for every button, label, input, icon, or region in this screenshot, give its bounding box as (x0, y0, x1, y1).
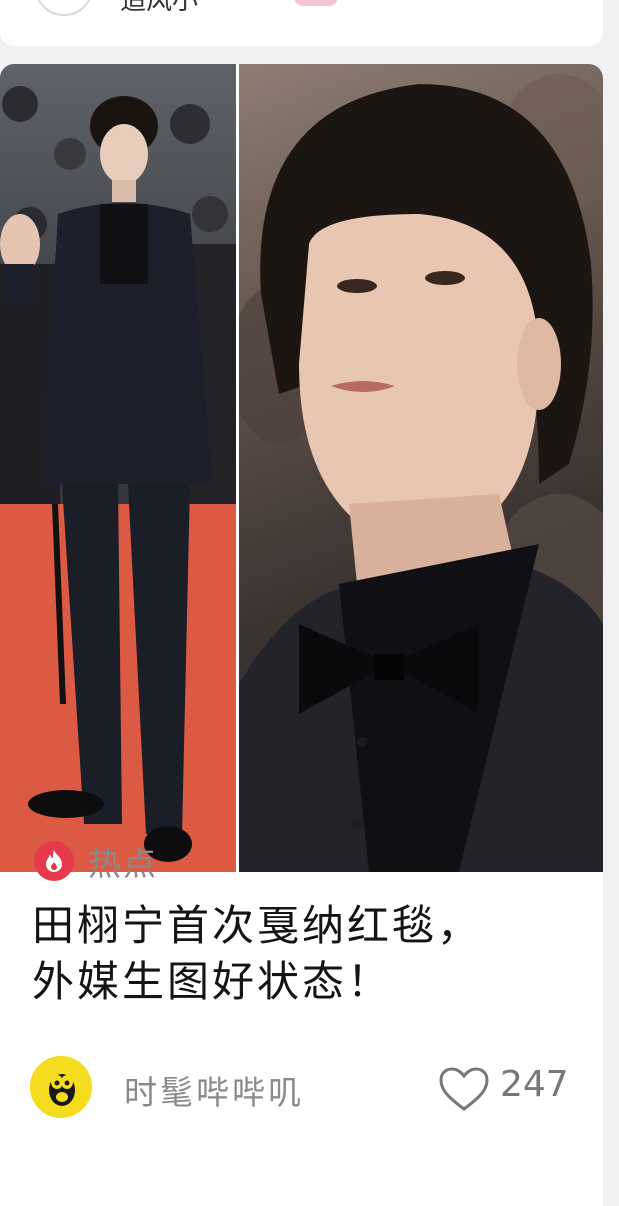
hot-tag[interactable]: 热点 (34, 840, 158, 883)
author-avatar[interactable] (30, 1056, 92, 1118)
flame-icon (34, 841, 74, 881)
heart-outline-icon[interactable] (438, 1066, 490, 1112)
chevron-down-icon[interactable] (474, 0, 492, 4)
title-line-1: 田栩宁首次戛纳红毯， (32, 901, 483, 950)
red-carpet-full-body-photo[interactable] (0, 64, 236, 872)
previous-card[interactable]: 追风小 (0, 0, 603, 46)
tag-label: 热点 (88, 844, 158, 883)
emoji-badge (294, 0, 338, 6)
avatar[interactable] (34, 0, 94, 16)
close-up-portrait-photo[interactable] (239, 64, 603, 872)
title-line-2: 外媒生图好状态！ (32, 957, 393, 1006)
author-name[interactable]: 时髦哔哔叽 (124, 1066, 304, 1114)
post-footer: 时髦哔哔叽 247 (30, 1056, 590, 1120)
post-title[interactable]: 田栩宁首次戛纳红毯， 外媒生图好状态！ (32, 898, 572, 1010)
like-count: 247 (500, 1064, 569, 1105)
previous-author-name[interactable]: 追风小 (120, 0, 198, 17)
post-card[interactable]: 热点 田栩宁首次戛纳红毯， 外媒生图好状态！ 时髦哔哔叽 247 (0, 64, 603, 1206)
